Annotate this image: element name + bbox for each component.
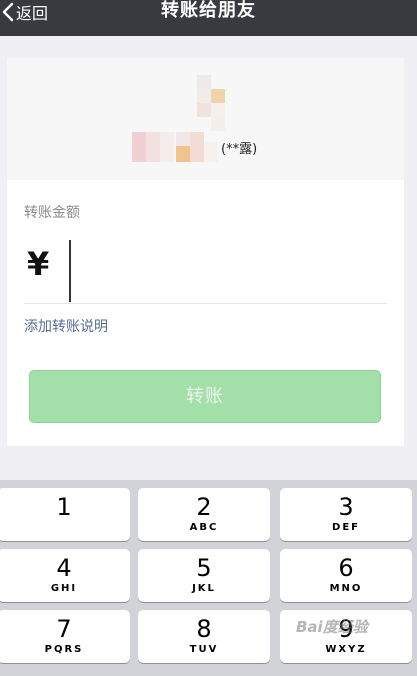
transfer-card: (**露) 转账金额 ¥ 添加转账说明 转账: [7, 58, 404, 446]
key-letters: ABC: [189, 522, 219, 533]
key-letters: GHI: [50, 583, 78, 594]
key-digit: 3: [338, 493, 354, 521]
amount-input[interactable]: [67, 238, 377, 286]
key-5[interactable]: 5 JKL: [138, 549, 270, 602]
recipient-profile: (**露): [7, 58, 404, 180]
key-8[interactable]: 8 TUV: [138, 610, 270, 663]
key-7[interactable]: 7 PQRS: [0, 610, 130, 663]
amount-label: 转账金额: [24, 205, 80, 221]
key-digit: 6: [338, 554, 354, 582]
name-mosaic: [132, 132, 227, 162]
numeric-keypad: 1 2 ABC 3 DEF 4 GHI 5 JKL 6 MNO 7 PQRS 8…: [0, 480, 417, 676]
key-letters: MNO: [329, 583, 363, 594]
currency-symbol: ¥: [27, 245, 50, 283]
key-6[interactable]: 6 MNO: [280, 549, 412, 602]
watermark: Bai度经验: [296, 618, 368, 636]
key-letters: DEF: [332, 522, 360, 533]
avatar: [187, 75, 235, 139]
key-letters: WXYZ: [325, 644, 367, 655]
add-note-link[interactable]: 添加转账说明: [24, 316, 108, 336]
text-cursor: [69, 240, 71, 302]
key-letters: JKL: [192, 583, 216, 594]
key-digit: 7: [56, 615, 72, 643]
key-digit: 1: [56, 493, 72, 521]
key-3[interactable]: 3 DEF: [280, 488, 412, 541]
key-2[interactable]: 2 ABC: [138, 488, 270, 541]
key-letters: PQRS: [44, 644, 84, 655]
page-title: 转账给朋友: [161, 0, 256, 21]
key-digit: 2: [196, 493, 212, 521]
amount-divider: [24, 303, 387, 304]
key-1[interactable]: 1: [0, 488, 130, 541]
key-digit: 8: [196, 615, 212, 643]
key-digit: 5: [196, 554, 212, 582]
nav-bar: 返回 转账给朋友: [0, 0, 417, 36]
recipient-name: (**露): [221, 142, 258, 157]
key-letters: TUV: [189, 644, 219, 655]
key-4[interactable]: 4 GHI: [0, 549, 130, 602]
transfer-button[interactable]: 转账: [29, 370, 381, 423]
key-digit: 4: [56, 554, 72, 582]
